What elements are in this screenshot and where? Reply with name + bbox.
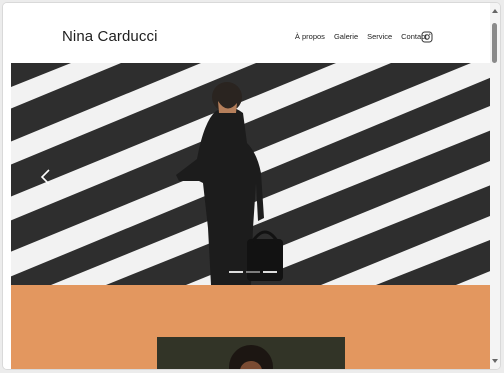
page-scrollbar[interactable] (490, 3, 500, 369)
carousel-prev-icon[interactable] (39, 168, 53, 186)
scroll-up-icon[interactable] (492, 9, 498, 13)
site-brand[interactable]: Nina Carducci (62, 28, 158, 45)
main-nav: À propos Galerie Service Contact (295, 32, 427, 41)
portrait-image (157, 337, 345, 369)
nav-item-galerie[interactable]: Galerie (334, 32, 358, 41)
carousel-indicator-3[interactable] (263, 271, 277, 273)
carousel-indicators (229, 271, 277, 273)
nav-item-service[interactable]: Service (367, 32, 392, 41)
carousel-indicator-2[interactable] (246, 271, 260, 273)
site-header: Nina Carducci À propos Galerie Service C… (3, 3, 490, 63)
scroll-down-icon[interactable] (492, 359, 498, 363)
scrollbar-thumb[interactable] (492, 23, 497, 63)
nav-item-a-propos[interactable]: À propos (295, 32, 325, 41)
browser-frame: Nina Carducci À propos Galerie Service C… (2, 2, 501, 370)
instagram-icon[interactable] (421, 31, 433, 43)
about-section (11, 285, 490, 369)
page: Nina Carducci À propos Galerie Service C… (3, 3, 490, 369)
carousel-indicator-1[interactable] (229, 271, 243, 273)
hero-image (11, 63, 490, 285)
hero-carousel[interactable] (11, 63, 490, 285)
